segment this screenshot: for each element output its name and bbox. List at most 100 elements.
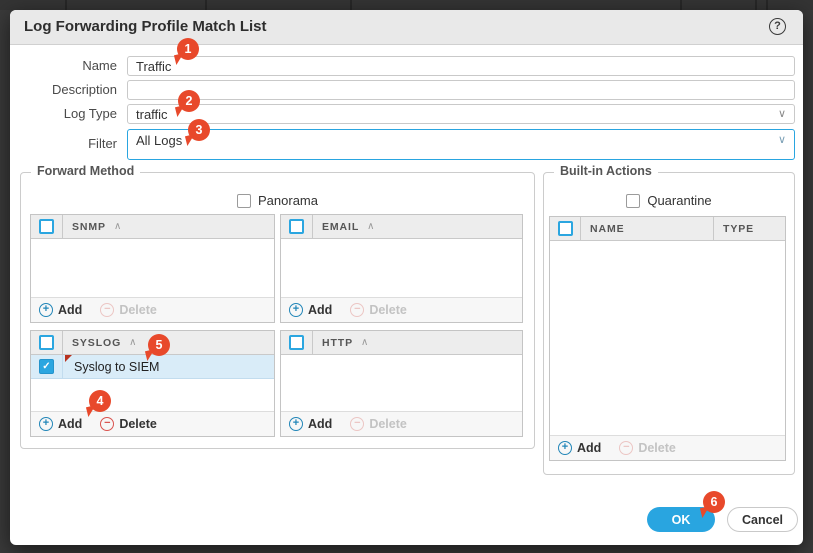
delete-label: Delete	[369, 303, 407, 317]
snmp-panel-footer: + Add − Delete	[31, 297, 274, 322]
email-checkbox-cell	[281, 215, 313, 238]
description-input[interactable]	[127, 80, 795, 100]
http-panel-footer: + Add − Delete	[281, 411, 522, 436]
quarantine-checkbox[interactable]	[626, 194, 640, 208]
add-label: Add	[58, 303, 82, 317]
snmp-empty-list	[31, 239, 274, 297]
plus-icon: +	[39, 417, 53, 431]
add-label: Add	[58, 417, 82, 431]
step-badge-2: 2	[178, 90, 200, 112]
chevron-down-icon: ∨	[778, 107, 786, 120]
forward-method-legend: Forward Method	[31, 164, 140, 178]
actions-select-all-checkbox[interactable]	[558, 221, 573, 236]
filter-value: All Logs	[136, 132, 182, 150]
snmp-panel: SNMP ∧ + Add − Delete	[30, 214, 275, 323]
plus-icon: +	[289, 303, 303, 317]
minus-icon: −	[350, 303, 364, 317]
actions-add-button[interactable]: + Add	[558, 441, 601, 455]
add-label: Add	[308, 417, 332, 431]
add-label: Add	[577, 441, 601, 455]
dialog-title: Log Forwarding Profile Match List	[24, 10, 267, 44]
column-header-name: NAME	[581, 217, 714, 240]
actions-delete-button[interactable]: − Delete	[619, 441, 676, 455]
email-panel: EMAIL ∧ + Add − Delete	[280, 214, 523, 323]
log-type-label: Log Type	[10, 104, 117, 124]
collapse-icon[interactable]: ∧	[367, 221, 374, 232]
name-input[interactable]	[127, 56, 795, 76]
edited-marker-icon	[65, 355, 72, 362]
delete-label: Delete	[119, 303, 157, 317]
log-type-select[interactable]: traffic ∨	[127, 104, 795, 124]
email-add-button[interactable]: + Add	[289, 303, 332, 317]
http-delete-button[interactable]: − Delete	[350, 417, 407, 431]
http-add-button[interactable]: + Add	[289, 417, 332, 431]
collapse-icon[interactable]: ∧	[361, 337, 368, 348]
screen: Log Forwarding Profile Match List ? Name…	[0, 0, 813, 553]
snmp-panel-title: SNMP	[72, 221, 106, 233]
background-tab-bar	[0, 0, 813, 10]
delete-label: Delete	[119, 417, 157, 431]
quarantine-label: Quarantine	[647, 193, 711, 208]
tab-divider	[766, 0, 768, 10]
snmp-select-all-checkbox[interactable]	[39, 219, 54, 234]
http-checkbox-cell	[281, 331, 313, 354]
built-in-actions-table-header: NAME TYPE	[550, 217, 785, 241]
email-delete-button[interactable]: − Delete	[350, 303, 407, 317]
collapse-icon[interactable]: ∧	[114, 221, 121, 232]
http-select-all-checkbox[interactable]	[289, 335, 304, 350]
email-panel-header: EMAIL ∧	[281, 215, 522, 239]
step-badge-6: 6	[703, 491, 725, 513]
plus-icon: +	[39, 303, 53, 317]
tab-divider	[680, 0, 682, 10]
syslog-panel-title: SYSLOG	[72, 337, 121, 349]
syslog-select-all-checkbox[interactable]	[39, 335, 54, 350]
column-header-type: TYPE	[714, 217, 785, 240]
cancel-button[interactable]: Cancel	[727, 507, 798, 532]
log-forwarding-profile-dialog: Log Forwarding Profile Match List ? Name…	[10, 10, 803, 545]
email-empty-list	[281, 239, 522, 297]
panorama-checkbox[interactable]	[237, 194, 251, 208]
http-panel-header: HTTP ∧	[281, 331, 522, 355]
step-badge-4: 4	[89, 390, 111, 412]
help-icon[interactable]: ?	[769, 18, 786, 35]
name-label: Name	[10, 56, 117, 76]
actions-table-footer: + Add − Delete	[550, 435, 785, 460]
email-panel-footer: + Add − Delete	[281, 297, 522, 322]
minus-icon: −	[619, 441, 633, 455]
step-badge-1: 1	[177, 38, 199, 60]
email-panel-title: EMAIL	[322, 221, 359, 233]
panorama-label: Panorama	[258, 193, 318, 208]
plus-icon: +	[558, 441, 572, 455]
quarantine-row: Quarantine	[544, 193, 794, 208]
delete-label: Delete	[369, 417, 407, 431]
minus-icon: −	[100, 417, 114, 431]
actions-checkbox-cell	[550, 217, 581, 240]
tab-divider	[205, 0, 207, 10]
filter-select[interactable]: All Logs ∨	[127, 129, 795, 160]
syslog-checkbox-cell	[31, 331, 63, 354]
row-name-cell: Syslog to SIEM	[63, 355, 274, 378]
row-checkbox-checked[interactable]: ✓	[39, 359, 54, 374]
syslog-delete-button[interactable]: − Delete	[100, 417, 157, 431]
filter-label: Filter	[10, 134, 117, 154]
minus-icon: −	[100, 303, 114, 317]
description-label: Description	[10, 80, 117, 100]
collapse-icon[interactable]: ∧	[129, 337, 136, 348]
plus-icon: +	[289, 417, 303, 431]
add-label: Add	[308, 303, 332, 317]
http-panel-title: HTTP	[322, 337, 353, 349]
http-panel: HTTP ∧ + Add − Delete	[280, 330, 523, 437]
http-empty-list	[281, 355, 522, 411]
delete-label: Delete	[638, 441, 676, 455]
snmp-add-button[interactable]: + Add	[39, 303, 82, 317]
panorama-row: Panorama	[21, 193, 534, 208]
step-badge-3: 3	[188, 119, 210, 141]
minus-icon: −	[350, 417, 364, 431]
tab-divider	[755, 0, 757, 10]
built-in-actions-table: NAME TYPE + Add − Delete	[549, 216, 786, 461]
snmp-delete-button[interactable]: − Delete	[100, 303, 157, 317]
step-badge-5: 5	[148, 334, 170, 356]
syslog-add-button[interactable]: + Add	[39, 417, 82, 431]
email-select-all-checkbox[interactable]	[289, 219, 304, 234]
chevron-down-icon: ∨	[778, 133, 786, 146]
